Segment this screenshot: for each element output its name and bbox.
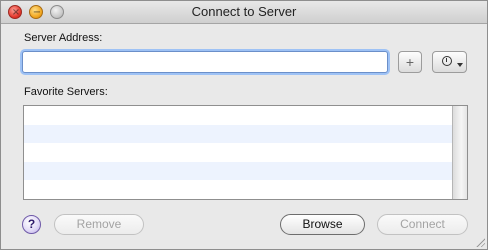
chevron-down-icon — [457, 63, 463, 67]
list-row[interactable] — [24, 180, 467, 199]
add-favorite-button[interactable]: + — [398, 51, 422, 73]
title-bar[interactable]: × − Connect to Server — [1, 1, 487, 24]
favorite-servers-label: Favorite Servers: — [24, 86, 108, 98]
remove-button[interactable]: Remove — [54, 214, 144, 235]
recent-servers-button[interactable] — [432, 51, 467, 73]
plus-icon: + — [405, 54, 415, 70]
browse-button[interactable]: Browse — [280, 214, 365, 235]
resize-grip[interactable] — [475, 237, 485, 247]
connect-button[interactable]: Connect — [377, 214, 468, 235]
clock-icon — [442, 56, 452, 66]
help-button[interactable]: ? — [22, 215, 41, 234]
list-scrollbar[interactable] — [452, 106, 467, 199]
list-row[interactable] — [24, 124, 467, 144]
favorite-servers-list[interactable] — [23, 105, 468, 200]
list-row[interactable] — [24, 161, 467, 181]
server-address-input[interactable] — [22, 51, 388, 73]
list-row[interactable] — [24, 106, 467, 125]
list-row[interactable] — [24, 143, 467, 162]
server-address-label: Server Address: — [24, 32, 103, 44]
connect-to-server-window: × − Connect to Server Server Address: + … — [0, 0, 488, 250]
window-title: Connect to Server — [191, 4, 297, 19]
